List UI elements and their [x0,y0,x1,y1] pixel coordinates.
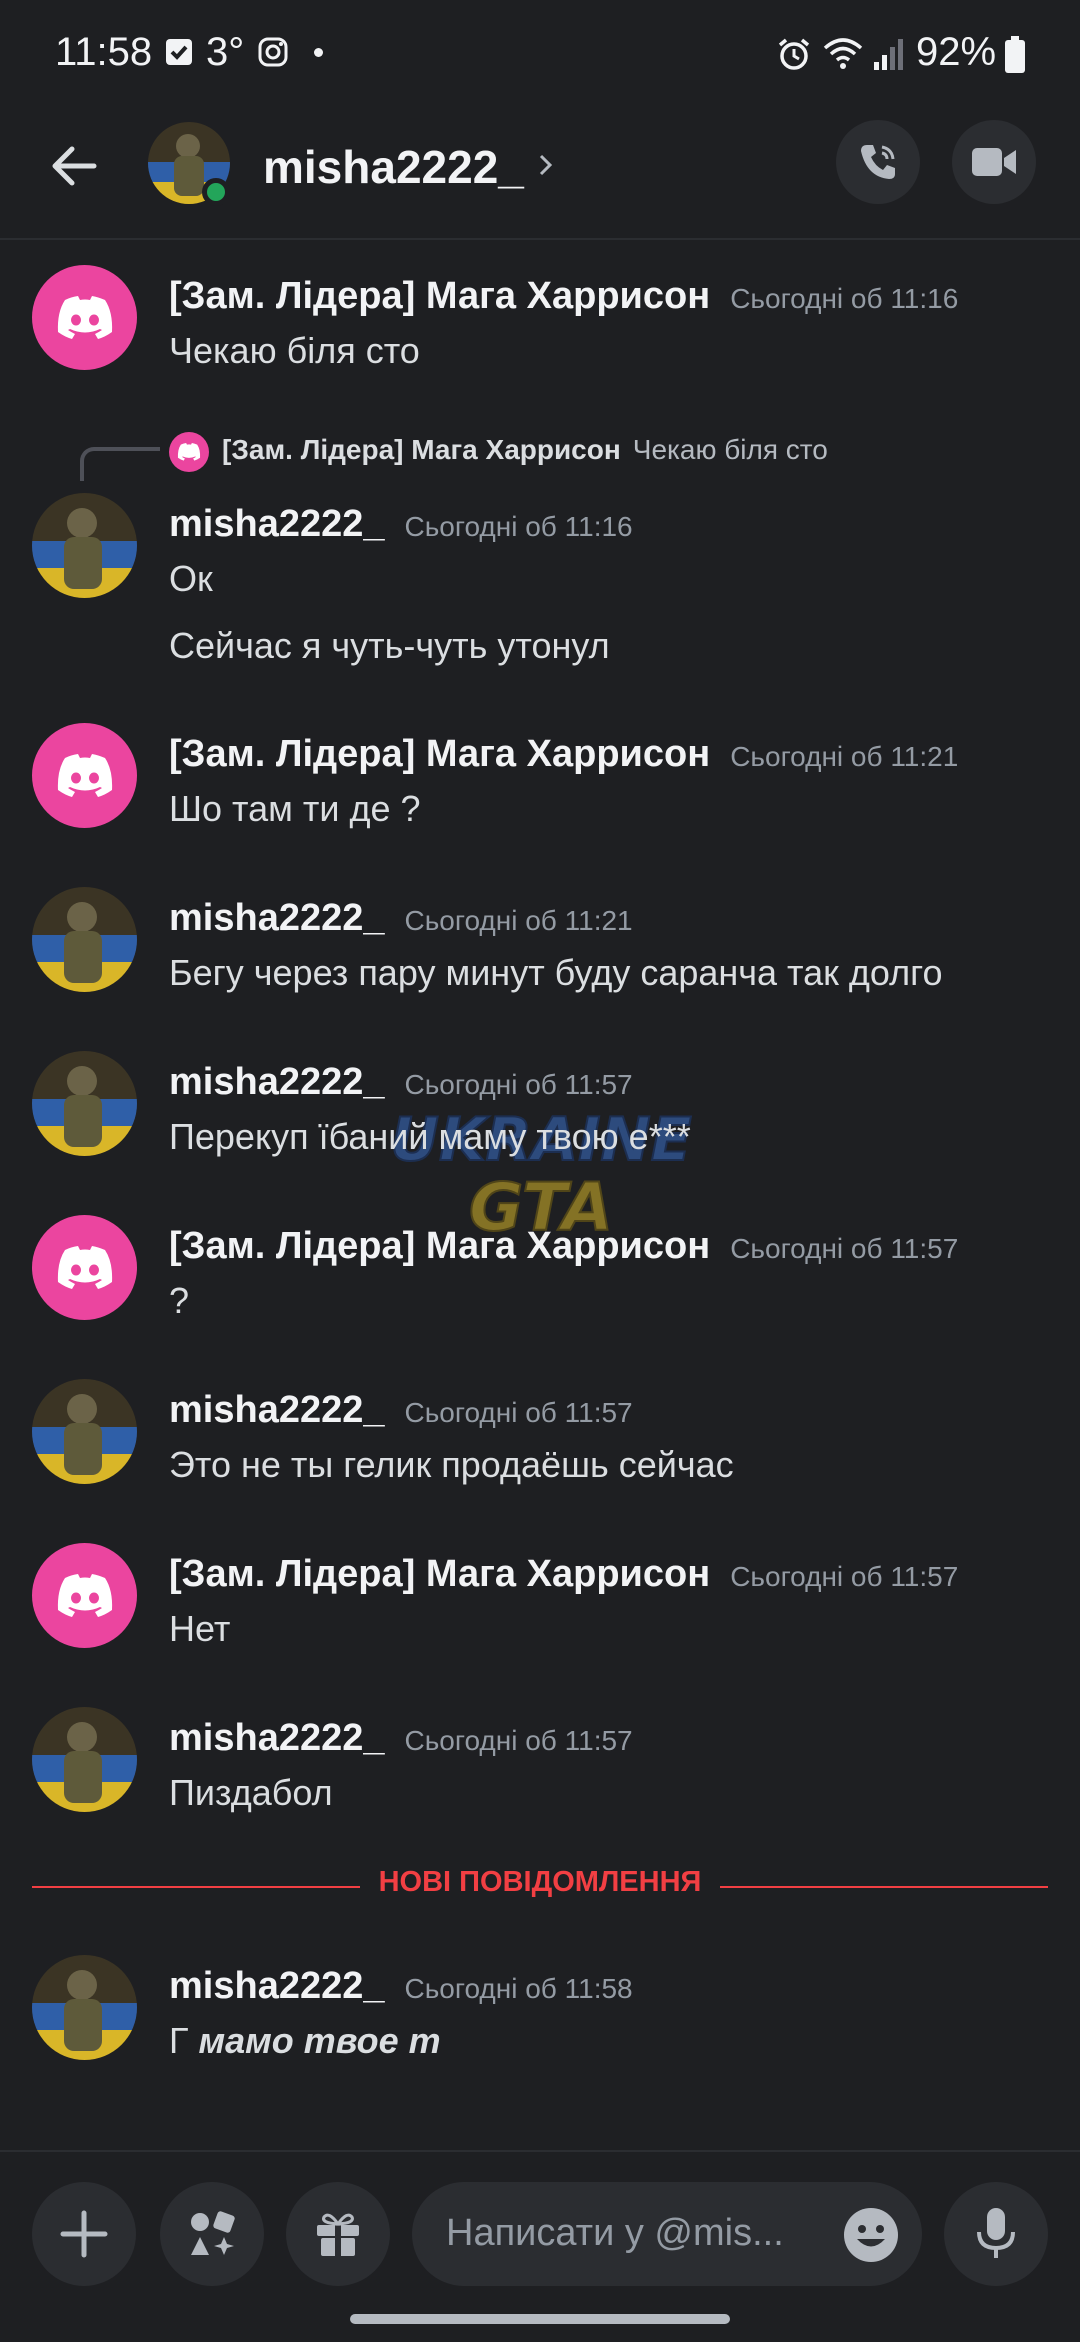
user-avatar[interactable] [32,1955,137,2060]
chat-header: misha2222_ [0,112,1080,240]
gift-button[interactable] [286,2182,390,2286]
plus-icon [60,2210,108,2258]
message-author[interactable]: [Зам. Лідера] Мага Харрисон Сьогодні об 1… [169,733,958,776]
author-name[interactable]: [Зам. Лідера] Мага Харрисон [169,1225,710,1267]
voice-message-button[interactable] [944,2182,1048,2286]
message-author[interactable]: misha2222_ Сьогодні об 11:16 [169,503,633,546]
navigation-handle[interactable] [350,2314,730,2324]
author-name[interactable]: [Зам. Лідера] Мага Харрисон [169,275,710,317]
message-timestamp: Сьогодні об 11:57 [730,1233,959,1264]
status-temperature: 3° [206,30,245,74]
phone-icon [861,145,895,179]
user-avatar[interactable] [32,1051,137,1156]
discord-logo-icon [57,295,112,339]
video-camera-icon [972,148,1016,176]
user-avatar[interactable] [32,493,137,598]
message-timestamp: Сьогодні об 11:57 [730,1561,959,1592]
message-timestamp: Сьогодні об 11:21 [730,741,959,772]
wifi-icon [823,38,863,69]
author-name[interactable]: misha2222_ [169,897,385,939]
signal-icon [874,39,903,70]
message-timestamp: Сьогодні об 11:57 [404,1397,633,1428]
message-author[interactable]: [Зам. Лідера] Мага Харрисон Сьогодні об 1… [169,1553,958,1596]
reply-avatar [169,432,209,472]
message-timestamp: Сьогодні об 11:16 [730,283,959,314]
message-author[interactable]: [Зам. Лідера] Мага Харрисон Сьогодні об 1… [169,1225,958,1268]
apps-shapes-icon [191,2211,235,2255]
battery-icon [1005,36,1025,73]
message-text-plain: Г [169,2020,189,2061]
author-name[interactable]: misha2222_ [169,1061,385,1103]
microphone-icon [977,2208,1015,2258]
voice-call-button[interactable] [836,120,920,204]
message-text: Г мамо твое т [169,2020,441,2062]
user-avatar[interactable] [32,887,137,992]
discord-default-avatar[interactable] [32,1215,137,1320]
message-input-placeholder: Написати у @mis... [446,2212,784,2254]
message-timestamp: Сьогодні об 11:57 [404,1069,633,1100]
status-bar: 11:58 3° 92% [0,0,1080,112]
discord-logo-icon [177,443,201,461]
message-author[interactable]: misha2222_ Сьогодні об 11:58 [169,1965,633,2008]
status-time: 11:58 [55,30,153,74]
header-username[interactable]: misha2222_ [263,140,524,194]
alarm-icon [778,38,810,70]
message-author[interactable]: misha2222_ Сьогодні об 11:57 [169,1717,633,1760]
emoji-icon[interactable] [842,2206,900,2264]
author-name[interactable]: misha2222_ [169,503,385,545]
message-author[interactable]: misha2222_ Сьогодні об 11:57 [169,1061,633,1104]
apps-button[interactable] [160,2182,264,2286]
message-timestamp: Сьогодні об 11:21 [404,905,633,936]
author-name[interactable]: misha2222_ [169,1389,385,1431]
discord-default-avatar[interactable] [32,265,137,370]
reply-preview[interactable]: [Зам. Лідера] Мага Харрисон Чекаю біля ст… [222,434,828,466]
message-text: Бегу через пару минут буду саранча так д… [169,952,943,993]
user-avatar[interactable] [32,1379,137,1484]
message-timestamp: Сьогодні об 11:58 [404,1973,633,2004]
message-text: Чекаю біля сто [169,330,420,371]
author-name[interactable]: [Зам. Лідера] Мага Харрисон [169,733,710,775]
discord-logo-icon [57,753,112,797]
message-text: Ок [169,558,213,599]
reply-text: Чекаю біля сто [632,434,828,465]
battery-percent: 92% [916,30,997,74]
message-author[interactable]: [Зам. Лідера] Мага Харрисон Сьогодні об 1… [169,275,958,318]
instagram-icon [258,37,288,67]
discord-default-avatar[interactable] [32,723,137,828]
new-messages-label: НОВІ ПОВІДОМЛЕННЯ [360,1866,720,1899]
online-status-indicator [202,178,230,206]
reply-connector [80,447,160,481]
reply-author: [Зам. Лідера] Мага Харрисон [222,434,621,465]
user-avatar[interactable] [32,1707,137,1812]
back-arrow-icon[interactable] [44,136,104,196]
message-text: Перекуп їбаний маму твою е*** [169,1116,691,1157]
discord-default-avatar[interactable] [32,1543,137,1648]
discord-logo-icon [57,1245,112,1289]
author-name[interactable]: misha2222_ [169,1965,385,2007]
video-call-button[interactable] [952,120,1036,204]
message-text: Шо там ти де ? [169,788,421,829]
message-text: ? [169,1280,190,1321]
message-text: Это не ты гелик продаёшь сейчас [169,1444,734,1485]
message-text: Нет [169,1608,231,1649]
message-timestamp: Сьогодні об 11:57 [404,1725,633,1756]
message-text-bold-italic: мамо твое т [198,2020,441,2061]
message-text: Сейчас я чуть-чуть утонул [169,625,610,666]
message-author[interactable]: misha2222_ Сьогодні об 11:21 [169,897,633,940]
message-input[interactable]: Написати у @mis... [412,2182,922,2286]
add-attachment-button[interactable] [32,2182,136,2286]
checkbox-icon [166,39,192,65]
discord-logo-icon [57,1573,112,1617]
message-author[interactable]: misha2222_ Сьогодні об 11:57 [169,1389,633,1432]
message-timestamp: Сьогодні об 11:16 [404,511,633,542]
notification-dot [314,48,323,57]
gift-icon [317,2213,359,2256]
author-name[interactable]: [Зам. Лідера] Мага Харрисон [169,1553,710,1595]
chevron-right-icon[interactable] [534,150,558,180]
author-name[interactable]: misha2222_ [169,1717,385,1759]
message-text: Пиздабол [169,1772,333,1813]
